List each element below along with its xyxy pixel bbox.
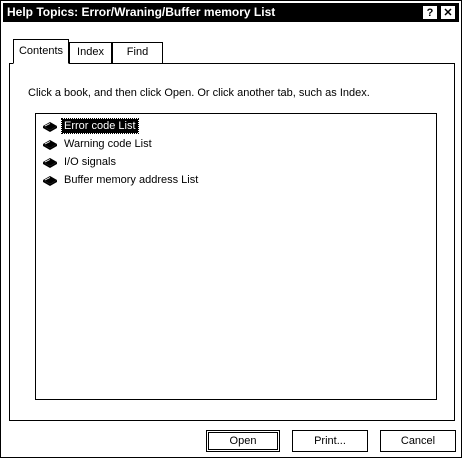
contents-tree[interactable]: Error code List Warning code List I/O si…	[35, 113, 437, 400]
title-bar[interactable]: Help Topics: Error/Wraning/Buffer memory…	[3, 3, 459, 22]
open-button[interactable]: Open	[206, 430, 280, 452]
tree-item-label: Warning code List	[64, 138, 152, 150]
tab-index[interactable]: Index	[69, 42, 112, 63]
help-topics-dialog: Help Topics: Error/Wraning/Buffer memory…	[0, 0, 462, 458]
print-button[interactable]: Print...	[292, 430, 368, 452]
cancel-button[interactable]: Cancel	[380, 430, 456, 452]
close-button[interactable]: ✕	[440, 5, 456, 20]
tree-item-label: I/O signals	[64, 156, 116, 168]
tab-contents-label: Contents	[18, 45, 64, 57]
tab-find-label: Find	[126, 46, 149, 58]
book-icon	[43, 140, 57, 150]
window-title: Help Topics: Error/Wraning/Buffer memory…	[7, 5, 276, 19]
help-button[interactable]: ?	[422, 5, 438, 20]
tab-index-label: Index	[77, 46, 104, 58]
book-icon	[43, 158, 57, 168]
tab-contents[interactable]: Contents	[13, 39, 69, 64]
instruction-text: Click a book, and then click Open. Or cl…	[28, 87, 370, 99]
tree-item-label: Error code List	[61, 118, 139, 134]
tree-item-label: Buffer memory address List	[64, 174, 199, 186]
book-icon	[43, 176, 57, 186]
book-icon	[43, 122, 57, 132]
tab-find[interactable]: Find	[112, 42, 163, 63]
